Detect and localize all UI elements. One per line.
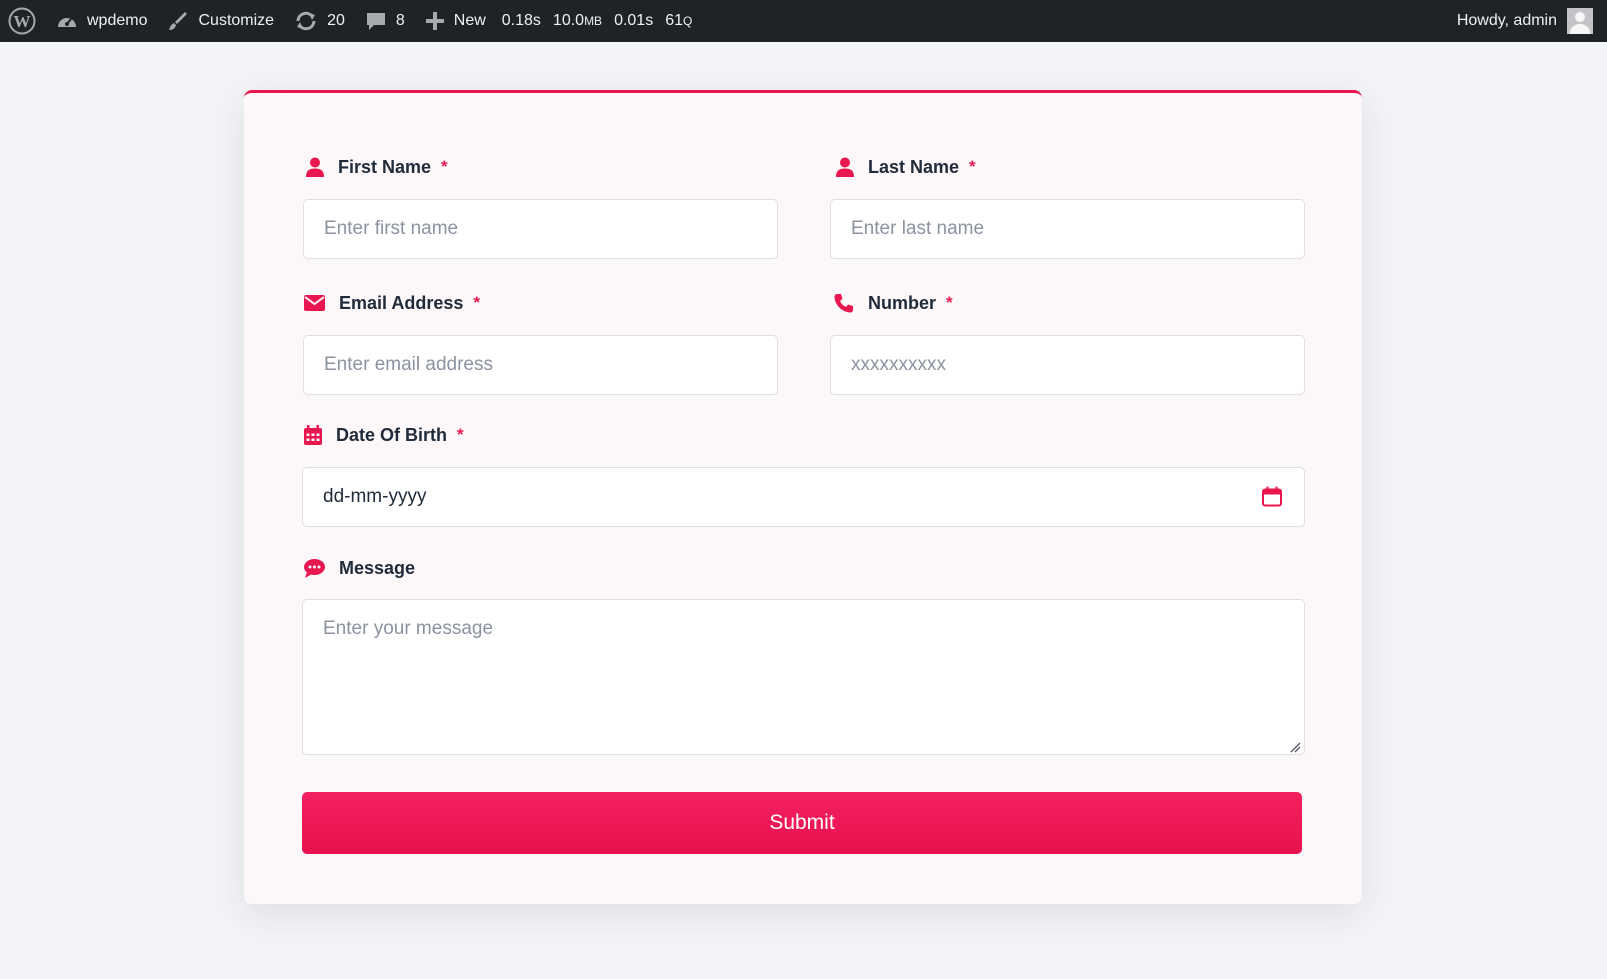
comments-count: 8 [395, 12, 405, 29]
message-label: Message [304, 556, 415, 580]
user-icon [836, 157, 854, 177]
query-time-stat: 0.01s [614, 12, 654, 29]
calendar-picker-icon[interactable] [1262, 486, 1282, 513]
admin-bar: W wpdemo Customize 20 8 New 0.18s 10.0MB… [0, 0, 1607, 42]
dob-label: Date Of Birth * [304, 423, 464, 447]
first-name-input[interactable] [303, 199, 778, 259]
refresh-icon [294, 10, 318, 32]
email-label-text: Email Address [339, 292, 464, 313]
memory-value: 10.0 [552, 12, 585, 29]
updates-count: 20 [327, 12, 345, 29]
last-name-input[interactable] [830, 199, 1305, 259]
email-input[interactable] [303, 335, 778, 395]
user-icon [306, 157, 324, 177]
query-count-stat: 61Q [665, 12, 692, 30]
comments-link[interactable]: 8 [355, 0, 415, 42]
query-count-value: 61 [665, 12, 683, 29]
dashboard-gauge-icon [56, 12, 78, 30]
contact-form-card: First Name * Last Name * Email Address * [244, 90, 1362, 904]
wordpress-logo-icon: W [8, 7, 36, 35]
customize-link[interactable]: Customize [157, 0, 284, 42]
message-textarea[interactable] [302, 599, 1305, 755]
new-label: New [453, 12, 486, 29]
comment-bubble-icon [365, 10, 387, 32]
phone-icon [834, 293, 854, 313]
calendar-icon [304, 425, 322, 445]
query-count-unit: Q [683, 14, 693, 28]
number-label-text: Number [868, 292, 937, 313]
required-asterisk: * [946, 293, 953, 312]
memory-stat: 10.0MB [553, 12, 602, 30]
howdy-greeting: Howdy, admin [1456, 12, 1557, 29]
site-name-label: wpdemo [87, 12, 148, 29]
last-name-label: Last Name * [836, 155, 976, 179]
wordpress-logo-menu[interactable]: W [0, 0, 46, 42]
avatar [1567, 8, 1593, 34]
submit-button[interactable]: Submit [302, 792, 1302, 854]
number-label: Number * [834, 291, 953, 315]
first-name-label-text: First Name [338, 156, 432, 177]
first-name-label: First Name * [306, 155, 448, 179]
dob-date-input[interactable]: dd-mm-yyyy [302, 467, 1305, 527]
page-time-stat: 0.18s [501, 12, 541, 29]
query-monitor-stats[interactable]: 0.18s 10.0MB 0.01s 61Q [496, 0, 711, 42]
resize-grip-icon[interactable] [1290, 740, 1301, 758]
dob-date-value: dd-mm-yyyy [323, 486, 427, 507]
new-content-menu[interactable]: New [415, 0, 496, 42]
required-asterisk: * [969, 157, 976, 176]
last-name-label-text: Last Name [868, 156, 960, 177]
required-asterisk: * [457, 425, 464, 444]
svg-text:W: W [14, 12, 31, 31]
envelope-icon [304, 295, 325, 311]
required-asterisk: * [441, 157, 448, 176]
customize-label: Customize [198, 12, 275, 29]
my-account-menu[interactable]: Howdy, admin [1457, 0, 1593, 42]
updates-link[interactable]: 20 [284, 0, 355, 42]
message-label-text: Message [339, 557, 416, 578]
memory-unit: MB [584, 14, 603, 28]
email-label: Email Address * [304, 291, 480, 315]
number-input[interactable] [830, 335, 1305, 395]
dob-label-text: Date Of Birth [336, 424, 448, 445]
paintbrush-icon [167, 10, 189, 32]
chat-bubble-icon [304, 558, 325, 578]
site-name-menu[interactable]: wpdemo [46, 0, 157, 42]
plus-icon [425, 11, 445, 31]
required-asterisk: * [473, 293, 481, 312]
